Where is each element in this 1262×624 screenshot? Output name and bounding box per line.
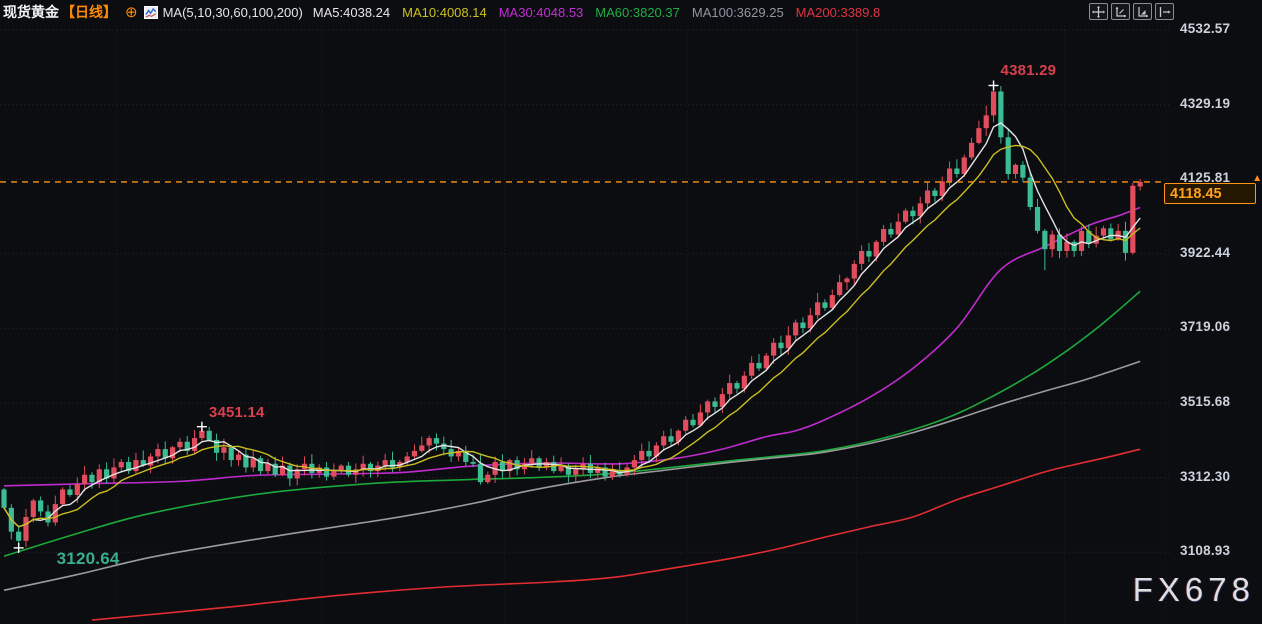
ma10-legend: MA10:4008.14 (402, 5, 487, 20)
current-price-box: 4118.45 (1164, 183, 1256, 204)
y-axis-label: 4329.19 (1180, 96, 1230, 111)
trading-chart-app: 现货黄金 【日线】 ⊕ MA(5,10,30,60,100,200) MA5:4… (0, 0, 1262, 624)
ma200-legend: MA200:3389.8 (796, 5, 881, 20)
ma5-legend: MA5:4038.24 (313, 5, 390, 20)
annotation-3451.14: 3451.14 (209, 404, 265, 421)
shift-right-button[interactable] (1155, 3, 1174, 20)
mini-chart-icon[interactable] (144, 6, 158, 19)
symbol-name: 现货黄金 (3, 2, 59, 22)
annotation-3120.64: 3120.64 (57, 549, 120, 569)
ma60-legend: MA60:3820.37 (595, 5, 680, 20)
ma100-legend: MA100:3629.25 (692, 5, 784, 20)
ma30-legend: MA30:4048.53 (499, 5, 584, 20)
annotation-4381.29: 4381.29 (1001, 62, 1057, 79)
y-axis-label: 3515.68 (1180, 394, 1230, 409)
ma-line-MA10 (4, 145, 1140, 526)
y-axis-label: 3108.93 (1180, 543, 1230, 558)
price-marker-cross (14, 543, 24, 553)
grid (0, 26, 1172, 624)
chart-header: 现货黄金 【日线】 ⊕ MA(5,10,30,60,100,200) MA5:4… (0, 0, 1262, 24)
zoom-axis-left-button[interactable] (1111, 3, 1130, 20)
y-axis-label: 3719.06 (1180, 319, 1230, 334)
y-axis-label: 3922.44 (1180, 245, 1230, 260)
watermark: FX678 (1133, 571, 1255, 609)
indicator-label[interactable]: MA(5,10,30,60,100,200) (163, 5, 303, 20)
ma-line-MA200 (92, 449, 1140, 620)
ma-lines-long (4, 208, 1140, 620)
y-axis-label: 3312.30 (1180, 469, 1230, 484)
price-marker-cross (989, 80, 999, 90)
globe-icon[interactable]: ⊕ (125, 5, 138, 20)
current-price-value: 4118.45 (1170, 186, 1222, 202)
timeframe-label[interactable]: 【日线】 (61, 2, 117, 22)
pan-tool-button[interactable] (1089, 3, 1108, 20)
chart-toolbar (1089, 3, 1174, 20)
candlestick-chart[interactable] (0, 0, 1262, 624)
candles-layer (1, 85, 1142, 547)
price-marker-cross (197, 422, 207, 432)
ma-lines-short (4, 123, 1140, 527)
ma-line-MA30 (4, 208, 1140, 486)
zoom-axis-right-button[interactable] (1133, 3, 1152, 20)
ma-line-MA60 (4, 291, 1140, 556)
